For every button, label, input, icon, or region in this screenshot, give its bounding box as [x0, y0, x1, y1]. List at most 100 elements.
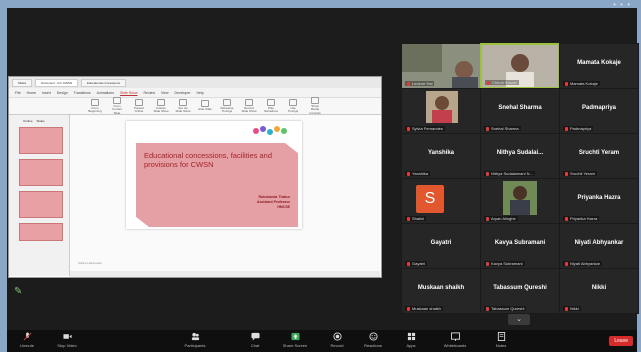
ribbon-from-current[interactable]: From Current Slide [109, 96, 125, 116]
participant-label: Tabassum Qureshi [484, 306, 527, 311]
hide-icon [201, 100, 209, 108]
participant-tile[interactable]: Sruchti Yeram Sruchti Yeram [559, 133, 639, 179]
annotate-pen-icon[interactable]: ✎ [14, 286, 22, 297]
notes-button[interactable]: Notes [481, 332, 521, 348]
share-screen-button[interactable]: Share Screen [275, 332, 315, 348]
participants-button[interactable]: Participants [175, 332, 215, 348]
chat-label: Chat [250, 343, 260, 348]
menu-help[interactable]: Help [196, 91, 203, 95]
tab-0[interactable]: Slides [12, 78, 33, 87]
menu-review[interactable]: Review [144, 91, 155, 95]
ribbon-use-timings[interactable]: Use Timings [285, 98, 301, 114]
ribbon-hide-slide[interactable]: Hide Slide [197, 100, 213, 112]
ribbon-rehearse[interactable]: Rehearse Timings [219, 98, 235, 114]
participant-name: Niyati Abhyankar [570, 261, 601, 266]
ribbon-record[interactable]: Record Slide Show [241, 98, 257, 114]
current-slide[interactable]: Educational concessions, facilities and … [126, 121, 302, 229]
mic-muted-icon [486, 126, 489, 131]
notes-placeholder[interactable]: Click to add notes [78, 261, 102, 265]
slide-thumbnail[interactable] [19, 191, 63, 218]
participant-tile[interactable]: Lecture Hal [401, 43, 481, 89]
mic-muted-icon [486, 216, 489, 221]
more-options-icon[interactable]: • • • [613, 0, 631, 9]
participant-label: Nithya Sudalaimani N... [484, 171, 535, 176]
menu-home[interactable]: Home [27, 91, 36, 95]
ribbon-present-online[interactable]: Present Online [131, 98, 147, 114]
stop-video-button[interactable]: Stop Video [47, 332, 87, 348]
participant-tile[interactable]: S Shalini [401, 178, 481, 224]
mic-muted-icon [565, 126, 568, 131]
participant-tile[interactable]: Yanshika Yanshika [401, 133, 481, 179]
participant-tile[interactable]: Kavya Subramani Kavya Subramani [480, 223, 560, 269]
timer-icon [223, 98, 231, 106]
participant-label: Aryan Alinghe [484, 216, 518, 221]
ppt-ribbon: From Beginning From Current Slide Presen… [9, 96, 381, 116]
menu-insert[interactable]: Insert [42, 91, 51, 95]
participant-tile[interactable]: Nikki Nikki [559, 268, 639, 314]
tab-outline[interactable]: Outline [23, 119, 33, 123]
participant-label: Shalini [405, 216, 427, 221]
menu-transitions[interactable]: Transitions [74, 91, 91, 95]
ribbon-media-controls[interactable]: Show Media Controls [307, 96, 323, 116]
participant-name: Kavya Subramani [491, 261, 523, 266]
menu-developer[interactable]: Developer [175, 91, 191, 95]
participant-tile[interactable]: Muskaan shaikh Muskaan shaikh [401, 268, 481, 314]
participant-label: Nikki [563, 306, 581, 311]
participant-tile[interactable]: Snehal Sharma Snehal Sharma [480, 88, 560, 134]
tab-2[interactable]: Educational concessions [81, 78, 127, 87]
participant-tile[interactable]: Tabassum Qureshi Tabassum Qureshi [480, 268, 560, 314]
participant-tile[interactable]: Priyanka Hazra Priyanka Hazra [559, 178, 639, 224]
ppt-menu-bar: File Home Insert Design Transitions Anim… [9, 88, 381, 98]
tab-slides[interactable]: Slides [37, 119, 45, 123]
slide-thumbnail-pane: Outline Slides [9, 115, 70, 276]
participant-label: Padmapriya [563, 126, 594, 131]
unmute-button[interactable]: Unmute [7, 332, 47, 348]
menu-file[interactable]: File [15, 91, 21, 95]
ribbon-setup[interactable]: Set Up Slide Show [175, 98, 191, 114]
ribbon-label: Hide Slide [198, 107, 212, 112]
menu-animations[interactable]: Animations [97, 91, 114, 95]
participant-tile[interactable]: Aryan Alinghe [480, 178, 560, 224]
slide-thumbnail[interactable] [19, 159, 63, 186]
whiteboards-button[interactable]: Whiteboards [435, 332, 475, 348]
ribbon-from-beginning[interactable]: From Beginning [87, 98, 103, 114]
participant-tile[interactable]: Nithya Sudalai... Nithya Sudalaimani N..… [480, 133, 560, 179]
participant-name: Yanshika [412, 171, 429, 176]
participant-display-name: Niyati Abhyankar [574, 240, 624, 246]
participant-tile[interactable]: Gayatri Gayatri [401, 223, 481, 269]
ribbon-label: Play Narrations [264, 105, 278, 113]
slide-thumbnail[interactable] [19, 223, 63, 241]
chat-bubble-icon [250, 332, 260, 341]
next-page-chevron-down-icon[interactable]: ⌄ [508, 314, 530, 325]
participant-name: Nikki [570, 306, 579, 311]
participant-display-name: Sruchti Yeram [578, 150, 620, 156]
participant-tile[interactable]: Niyati Abhyankar Niyati Abhyankar [559, 223, 639, 269]
apps-grid-icon [407, 332, 415, 341]
tab-1[interactable]: Document - For CWSN [35, 78, 79, 87]
mic-muted-icon [565, 306, 568, 311]
reactions-button[interactable]: Reactions [353, 332, 393, 348]
participant-name: Lecture Hal [412, 81, 433, 86]
participant-tile-active-speaker[interactable]: Chhoti Sawan [480, 43, 560, 89]
record-button[interactable]: Record [317, 332, 357, 348]
participant-label: Yanshika [405, 171, 431, 176]
ribbon-label: Set Up Slide Show [175, 105, 191, 113]
ribbon-label: Custom Slide Show [153, 105, 169, 113]
menu-view[interactable]: View [161, 91, 169, 95]
ribbon-custom-show[interactable]: Custom Slide Show [153, 98, 169, 114]
participant-display-name: Priyanka Hazra [577, 195, 621, 201]
menu-slide-show[interactable]: Slide Show [120, 91, 138, 95]
ribbon-play-narrations[interactable]: Play Narrations [263, 98, 279, 114]
participant-tile[interactable]: Sylvia Fernandes [401, 88, 481, 134]
chat-button[interactable]: Chat [235, 332, 275, 348]
menu-design[interactable]: Design [57, 91, 68, 95]
participant-tile[interactable]: Mamata Kokaje Mamata Kokaje [559, 43, 639, 89]
slide-thumbnail[interactable] [19, 127, 63, 154]
participant-display-name: Padmapriya [581, 105, 617, 111]
participant-tile[interactable]: Padmapriya Padmapriya [559, 88, 639, 134]
participant-name: Chhoti Sawan [492, 80, 517, 85]
apps-button[interactable]: Apps [391, 332, 431, 348]
custom-icon [157, 98, 165, 106]
mic-muted-icon [565, 81, 568, 86]
leave-button[interactable]: Leave [609, 336, 633, 346]
